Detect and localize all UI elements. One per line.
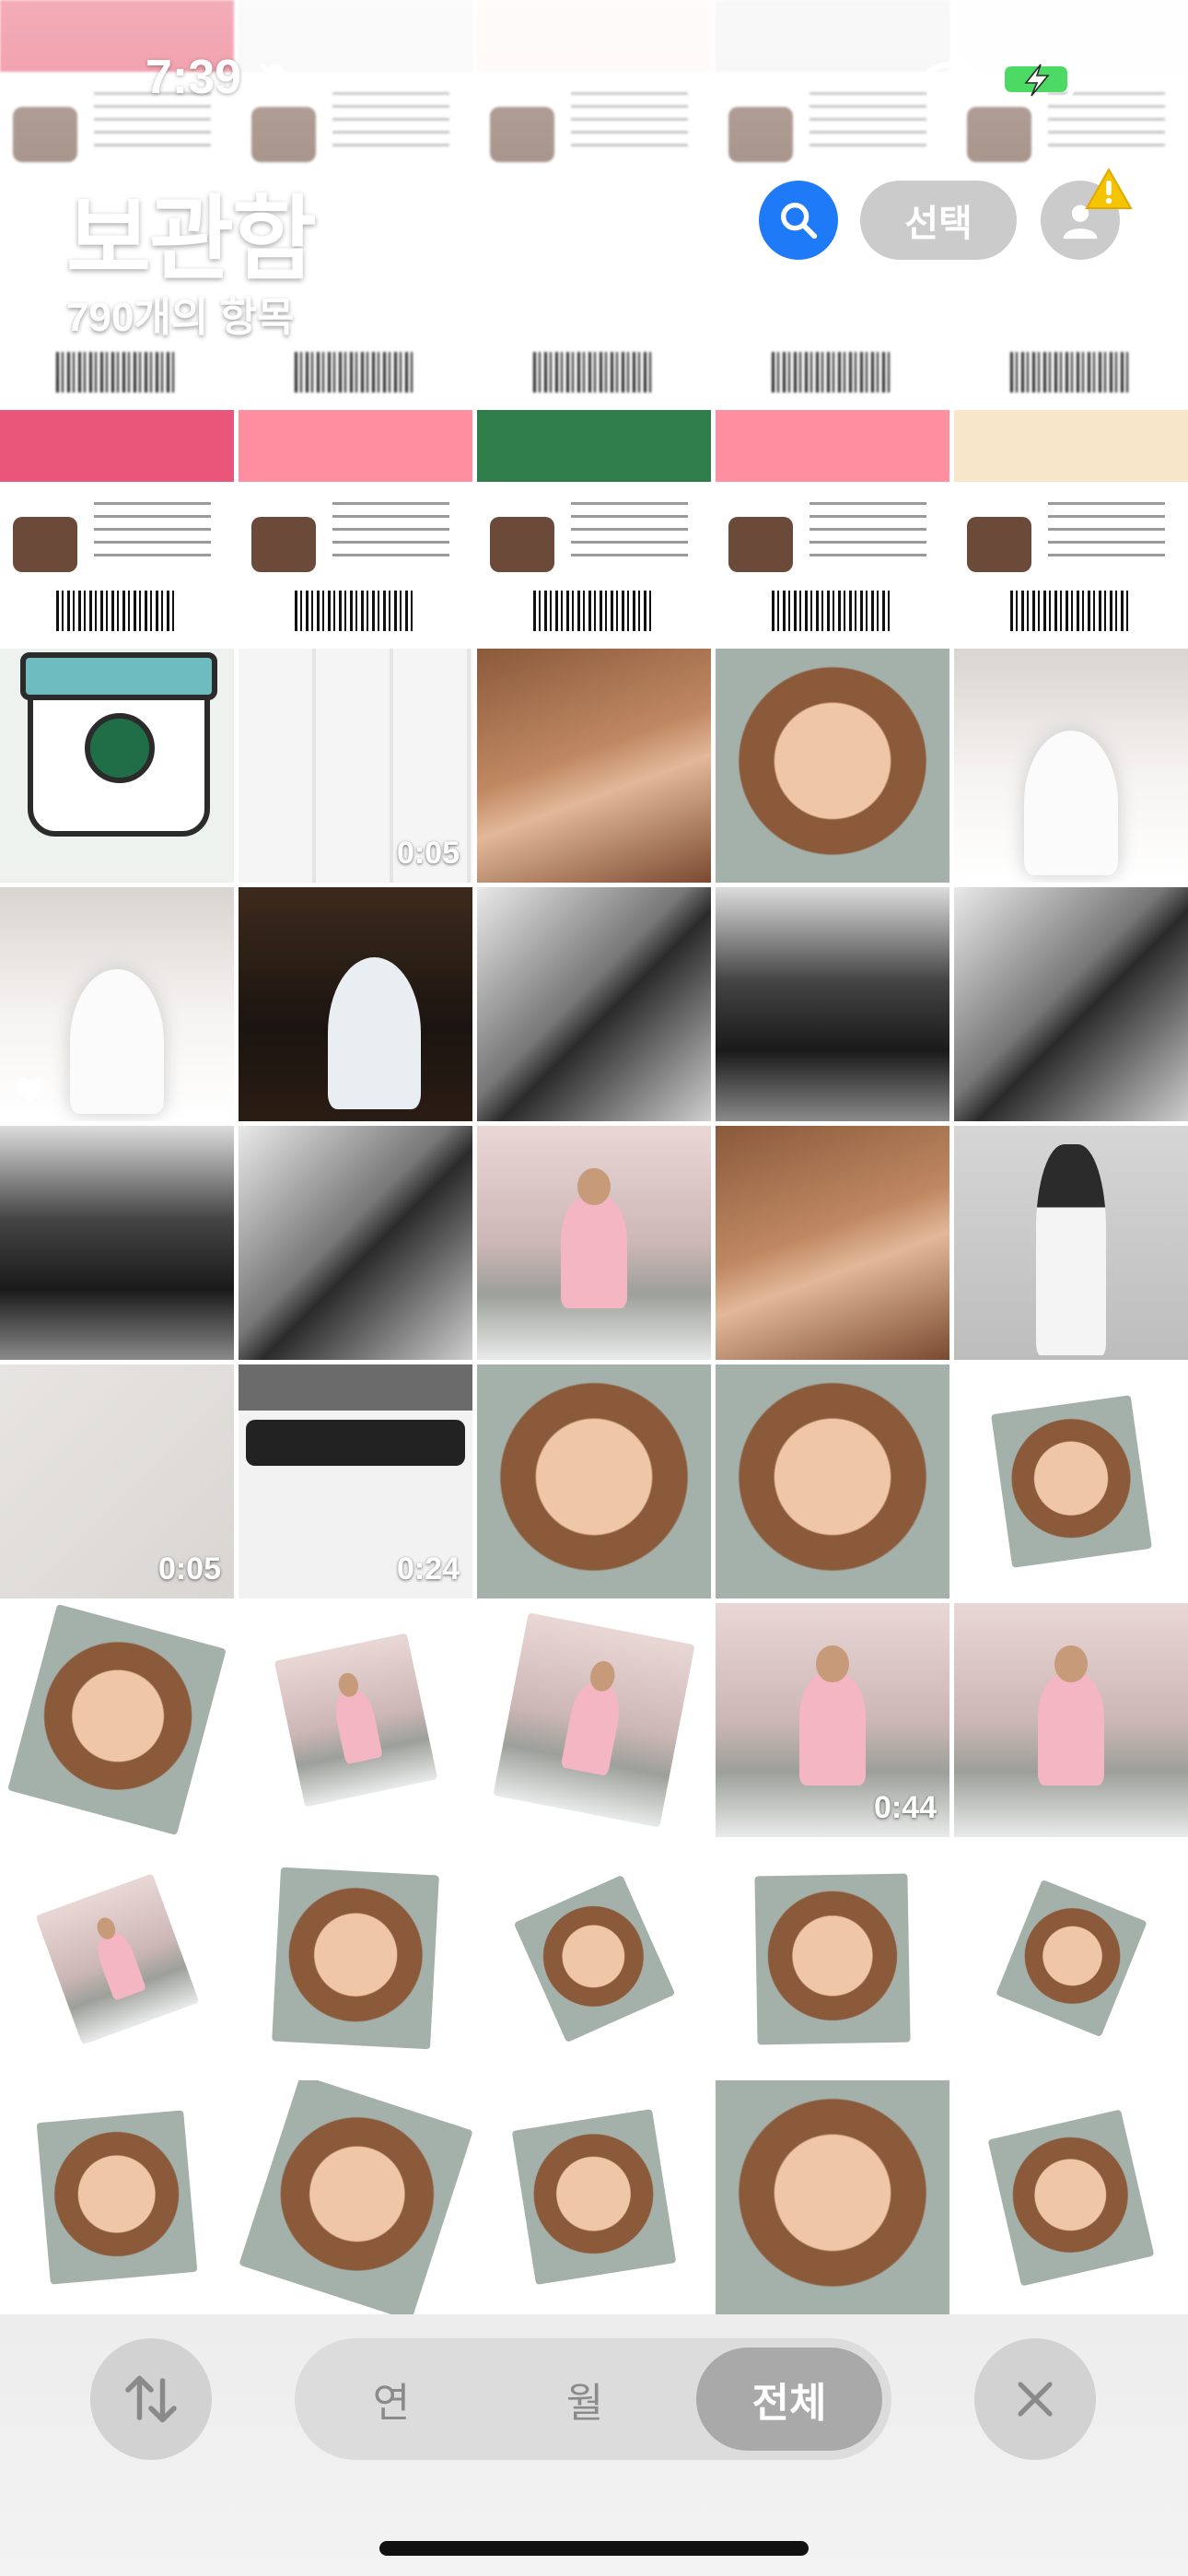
photo-thumbnail[interactable]: [954, 2080, 1188, 2314]
photo-thumbnail[interactable]: [0, 887, 234, 1121]
photo-thumbnail[interactable]: 0:05: [239, 649, 472, 883]
photo-thumbnail[interactable]: [239, 887, 472, 1121]
photo-grid: 0:05 0:05 0:24 0:44: [0, 0, 1188, 2314]
video-duration: 0:05: [396, 836, 460, 871]
photo-thumbnail[interactable]: [0, 1842, 234, 2076]
segment-year[interactable]: 연: [295, 2348, 488, 2451]
photo-thumbnail[interactable]: [239, 1126, 472, 1360]
photo-thumbnail[interactable]: [477, 0, 711, 405]
segment-all[interactable]: 전체: [696, 2348, 882, 2451]
photo-thumbnail[interactable]: [477, 1126, 711, 1360]
home-indicator: [379, 2541, 809, 2556]
video-duration: 0:24: [396, 1551, 460, 1587]
status-time: 7:39: [146, 51, 242, 104]
photo-thumbnail[interactable]: [954, 1603, 1188, 1837]
view-segmented-control: 연 월 전체: [295, 2338, 891, 2460]
photo-thumbnail[interactable]: 0:44: [716, 1603, 949, 1837]
photo-thumbnail[interactable]: [477, 410, 711, 644]
photo-thumbnail[interactable]: [0, 410, 234, 644]
search-icon: [781, 203, 818, 240]
photo-thumbnail[interactable]: [954, 887, 1188, 1121]
photo-thumbnail[interactable]: [0, 649, 234, 883]
bell-slash-icon: [259, 63, 292, 98]
photo-thumbnail[interactable]: [716, 410, 949, 644]
favorite-heart-icon: [17, 1077, 44, 1103]
segment-month[interactable]: 월: [497, 2348, 672, 2451]
photo-thumbnail[interactable]: [954, 1364, 1188, 1598]
photo-thumbnail[interactable]: [954, 410, 1188, 644]
photo-thumbnail[interactable]: [477, 649, 711, 883]
sort-arrows-icon: [125, 2375, 177, 2423]
warning-icon: [1085, 168, 1133, 209]
sort-button[interactable]: [90, 2338, 212, 2460]
photo-thumbnail[interactable]: [716, 1842, 949, 2076]
close-icon: [1018, 2382, 1053, 2417]
photo-thumbnail[interactable]: [716, 2080, 949, 2314]
photo-thumbnail[interactable]: [954, 1842, 1188, 2076]
wifi-icon: [923, 62, 976, 100]
photo-thumbnail[interactable]: [239, 1603, 472, 1837]
photo-thumbnail[interactable]: [954, 649, 1188, 883]
search-button[interactable]: [759, 181, 838, 260]
photo-thumbnail[interactable]: 0:05: [0, 1364, 234, 1598]
video-duration: 0:44: [873, 1790, 937, 1825]
photo-thumbnail[interactable]: 0:24: [239, 1364, 472, 1598]
photo-thumbnail[interactable]: [716, 1126, 949, 1360]
photo-thumbnail[interactable]: [239, 2080, 472, 2314]
photo-thumbnail[interactable]: [954, 1126, 1188, 1360]
photo-thumbnail[interactable]: [0, 2080, 234, 2314]
photo-thumbnail[interactable]: [477, 887, 711, 1121]
photo-thumbnail[interactable]: [0, 1603, 234, 1837]
photo-thumbnail[interactable]: [716, 649, 949, 883]
photo-thumbnail[interactable]: [716, 887, 949, 1121]
select-button[interactable]: 선택: [860, 181, 1017, 260]
battery-charging-icon: [996, 58, 1081, 100]
photo-thumbnail[interactable]: [477, 1842, 711, 2076]
photo-thumbnail[interactable]: [239, 410, 472, 644]
photo-thumbnail[interactable]: [477, 1364, 711, 1598]
item-count: 790개의 항목: [66, 295, 295, 340]
photo-thumbnail[interactable]: [239, 1842, 472, 2076]
photo-thumbnail[interactable]: [716, 1364, 949, 1598]
close-button[interactable]: [974, 2338, 1096, 2460]
photo-thumbnail[interactable]: [477, 1603, 711, 1837]
photo-thumbnail[interactable]: [477, 2080, 711, 2314]
video-duration: 0:05: [157, 1551, 221, 1587]
page-title: 보관함: [66, 188, 317, 291]
photo-thumbnail[interactable]: [0, 1126, 234, 1360]
